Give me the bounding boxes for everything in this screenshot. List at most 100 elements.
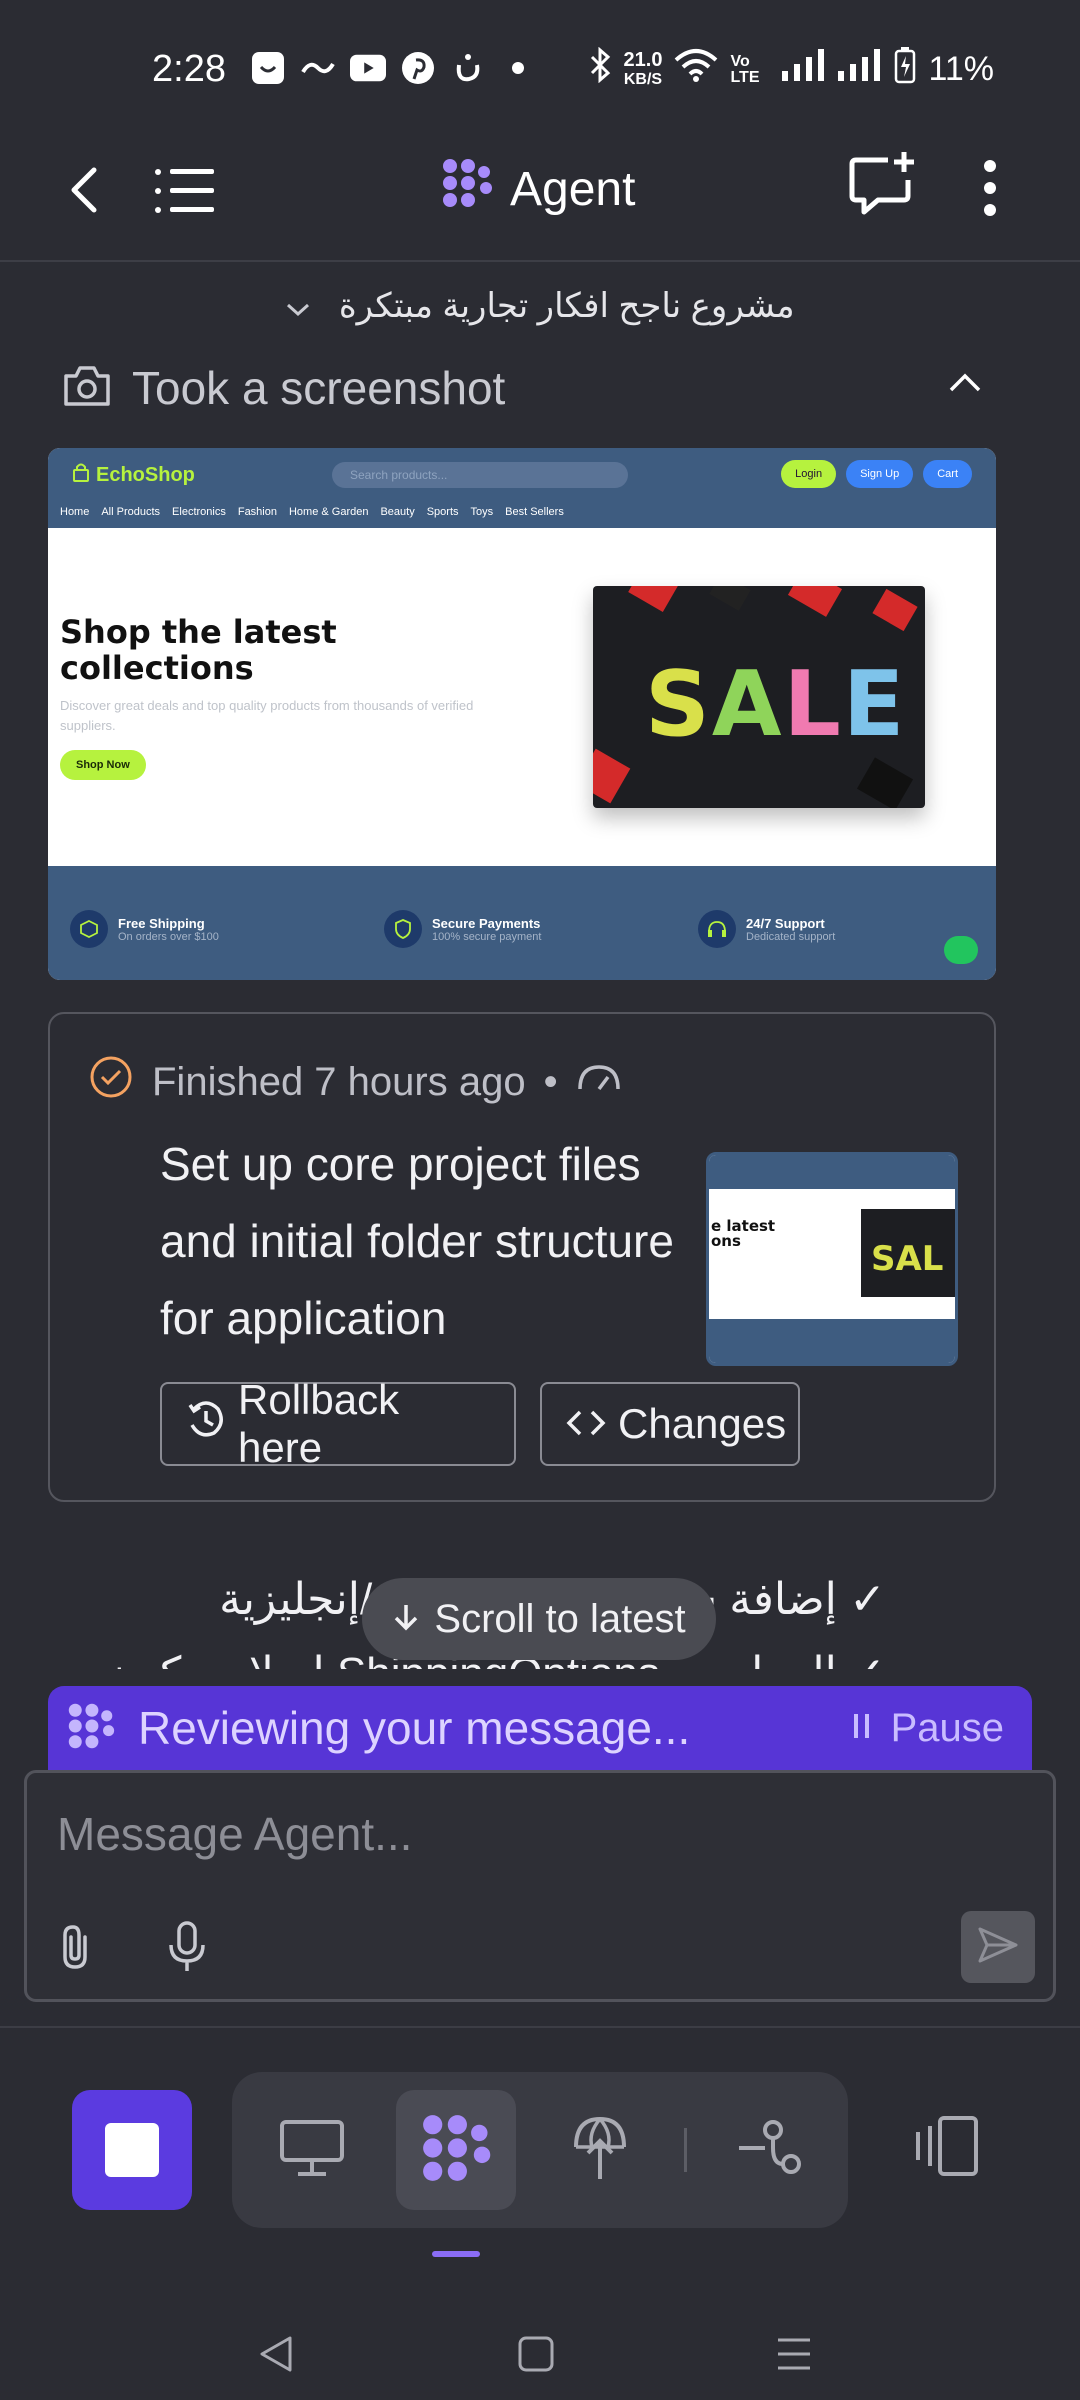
volte-icon: Vo LTE: [730, 52, 760, 86]
notification-icons: [250, 50, 536, 86]
arabic-app-icon: [450, 50, 486, 86]
tab-preview[interactable]: [252, 2090, 372, 2210]
checkpoint-thumbnail[interactable]: e latest ons SAL: [706, 1152, 958, 1366]
separator-dot: •: [543, 1059, 558, 1104]
nav-back-icon[interactable]: [256, 2334, 296, 2379]
pause-label: Pause: [890, 1706, 1004, 1750]
chevron-up-icon[interactable]: [948, 370, 982, 399]
gift-box: [709, 586, 751, 611]
shop-navbar: EchoShop Search products... Login Sign U…: [48, 448, 996, 528]
changes-label: Changes: [618, 1400, 787, 1447]
bluetooth-icon: [588, 46, 612, 92]
gift-box: [856, 757, 914, 808]
changes-button[interactable]: Changes: [540, 1382, 800, 1466]
pause-icon: [853, 1706, 871, 1751]
tab-group: [232, 2072, 848, 2228]
speed-gauge-icon: [576, 1060, 622, 1105]
gift-box: [872, 588, 918, 632]
scroll-to-latest-label: Scroll to latest: [434, 1596, 686, 1641]
send-icon: [977, 1926, 1019, 1969]
feature-secure-payments: Secure Payments 100% secure payment: [384, 910, 541, 948]
mobile-view-icon[interactable]: [910, 2116, 982, 2181]
tool-event-row[interactable]: Took a screenshot: [62, 356, 982, 420]
checkpoint-description: Set up core project files and initial fo…: [160, 1138, 674, 1344]
branch-icon: [735, 2118, 805, 2183]
system-navigation-bar: [0, 2300, 1080, 2400]
wifi-icon: [674, 48, 718, 91]
shop-signup-button: Sign Up: [846, 460, 914, 488]
reviewing-bar: Reviewing your message... Pause: [48, 1686, 1032, 1770]
scroll-to-latest-button[interactable]: Scroll to latest: [362, 1578, 716, 1660]
more-options-icon[interactable]: [968, 154, 1012, 224]
signal-icon-1: [782, 49, 826, 90]
divider: [0, 2026, 1080, 2028]
arrow-down-icon: [392, 1597, 420, 1642]
shop-features: Free Shipping On orders over $100 Secure …: [48, 866, 996, 980]
shop-now-button: Shop Now: [60, 750, 146, 780]
sale-image: SALE: [593, 586, 925, 808]
signal-icon-2: [838, 49, 882, 90]
bottom-toolbar: [0, 2072, 1080, 2232]
message-composer[interactable]: Message Agent...: [24, 1770, 1056, 2002]
sale-word: SALE: [645, 652, 907, 757]
thumb-features: [709, 1319, 955, 1363]
shop-hero-title: Shop the latest collections: [60, 613, 337, 687]
nav-recents-icon[interactable]: [774, 2336, 814, 2377]
feature-support: 24/7 Support Dedicated support: [698, 910, 835, 948]
app-bar: Agent: [0, 140, 1080, 262]
nav-home-icon[interactable]: [516, 2334, 556, 2379]
shop-hero: Shop the latest collections Discover gre…: [48, 528, 996, 866]
back-icon[interactable]: [56, 160, 116, 220]
youtube-icon: [350, 50, 386, 86]
pause-button[interactable]: Pause: [853, 1706, 1004, 1751]
send-button[interactable]: [961, 1911, 1035, 1983]
tab-publish[interactable]: [540, 2090, 660, 2210]
agent-tab-icon: [419, 2113, 493, 2188]
gift-box: [787, 586, 843, 617]
shop-categories: Home All Products Electronics Fashion Ho…: [60, 506, 564, 518]
reviewing-text: Reviewing your message...: [138, 1702, 691, 1754]
paperclip-icon[interactable]: [57, 1923, 93, 1976]
check-circle-icon: [88, 1054, 134, 1110]
monitor-icon: [278, 2118, 346, 2183]
tab-separator: [684, 2128, 687, 2172]
network-speed: 21.0 KB/S: [623, 48, 663, 88]
active-tab-indicator: [432, 2251, 480, 2257]
project-title: مشروع ناجح افكار تجارية مبتكرة: [338, 287, 795, 325]
stop-button[interactable]: [72, 2090, 192, 2210]
thumb-navbar: [709, 1155, 955, 1189]
shield-icon: [384, 910, 422, 948]
shop-logo: EchoShop: [72, 462, 195, 488]
shop-buttons: Login Sign Up Cart: [781, 460, 972, 488]
tab-git[interactable]: [710, 2090, 830, 2210]
tab-agent[interactable]: [396, 2090, 516, 2210]
chat-bubble-icon: [944, 936, 978, 964]
pinterest-icon: [400, 50, 436, 86]
screenshot-preview[interactable]: EchoShop Search products... Login Sign U…: [48, 448, 996, 980]
shop-search: Search products...: [332, 462, 628, 488]
headphones-icon: [698, 910, 736, 948]
dot-icon: [500, 50, 536, 86]
project-title-dropdown[interactable]: مشروع ناجح افكار تجارية مبتكرة: [0, 286, 1080, 328]
agent-logo-icon: [66, 1701, 116, 1756]
message-input[interactable]: Message Agent...: [57, 1807, 412, 1861]
battery-percentage: 11%: [928, 50, 994, 88]
chevron-down-icon: [285, 289, 311, 328]
agent-title: Agent: [510, 162, 636, 216]
rollback-button[interactable]: Rollback here: [160, 1376, 516, 1471]
system-icons: 21.0 KB/S Vo LTE 11%: [588, 46, 994, 93]
code-icon: [566, 1400, 606, 1448]
thumb-title: e latest ons: [711, 1217, 776, 1250]
feature-free-shipping: Free Shipping On orders over $100: [70, 910, 219, 948]
checkpoint-card: Finished 7 hours ago • Set up core proje…: [48, 1012, 996, 1502]
shop-cart-button: Cart: [923, 460, 972, 488]
microphone-icon[interactable]: [167, 1921, 207, 1978]
history-icon: [186, 1399, 226, 1449]
tool-event-label: Took a screenshot: [132, 362, 506, 414]
battery-icon: [894, 46, 916, 93]
app-notification-icon: [250, 50, 286, 86]
list-menu-icon[interactable]: [150, 158, 216, 224]
new-chat-icon[interactable]: [848, 150, 918, 220]
clock: 2:28: [152, 48, 226, 90]
gift-box: [593, 748, 631, 804]
